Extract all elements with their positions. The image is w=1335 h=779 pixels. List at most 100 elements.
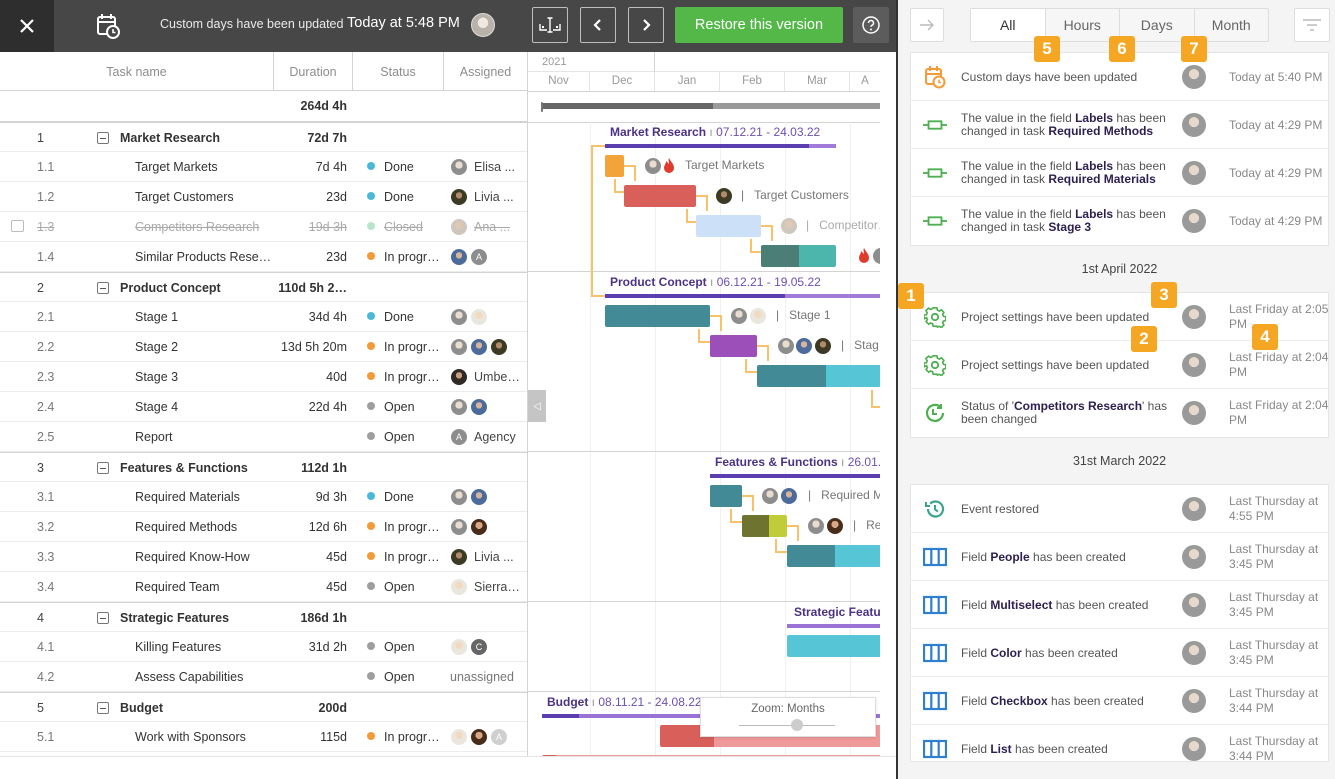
- task-name[interactable]: Required Materials: [135, 482, 270, 512]
- collapse-toggle[interactable]: [97, 612, 109, 624]
- task-bar-similar-products-progress[interactable]: [761, 245, 799, 267]
- task-name[interactable]: Killing Features: [135, 632, 270, 662]
- task-row[interactable]: 2.3 Stage 3 40d In progr… Umbe…: [0, 362, 527, 392]
- task-bar-stage-2[interactable]: [710, 335, 757, 357]
- history-entry[interactable]: Status of 'Competitors Research' has bee…: [911, 389, 1328, 437]
- task-assignees[interactable]: Ana ...: [450, 212, 510, 242]
- previous-version-button[interactable]: [580, 7, 616, 43]
- task-assignees[interactable]: A: [450, 722, 510, 752]
- zoom-slider-handle[interactable]: [790, 719, 803, 731]
- horizontal-scrollbar[interactable]: [0, 756, 896, 779]
- restore-version-button[interactable]: Restore this version: [675, 7, 843, 43]
- task-name[interactable]: Assess Capabilities: [135, 662, 270, 692]
- task-row[interactable]: 1.4 Similar Products Rese… 23d In progr… A: [0, 242, 527, 272]
- task-name[interactable]: Required Team: [135, 572, 270, 602]
- task-bar-similar-products[interactable]: [799, 245, 836, 267]
- task-name[interactable]: Report: [135, 422, 270, 452]
- collapse-toggle[interactable]: [97, 132, 109, 144]
- task-assignees[interactable]: Elisa ...: [450, 152, 515, 182]
- task-name[interactable]: Target Customers: [135, 182, 270, 212]
- history-entry[interactable]: The value in the field Labels has been c…: [911, 197, 1328, 245]
- task-name[interactable]: Stage 1: [135, 302, 270, 332]
- task-status[interactable]: In progr…: [367, 242, 440, 272]
- history-entry[interactable]: The value in the field Labels has been c…: [911, 149, 1328, 197]
- zoom-slider-track[interactable]: [739, 725, 835, 726]
- task-status[interactable]: Closed: [367, 212, 423, 242]
- task-bar-required-methods-progress[interactable]: [742, 515, 769, 537]
- task-bar-target-markets[interactable]: [605, 155, 624, 177]
- column-header-status[interactable]: Status: [353, 52, 444, 91]
- task-row[interactable]: 3.4 Required Team 45d Open Sierra…: [0, 572, 527, 602]
- task-status[interactable]: In progr…: [367, 362, 440, 392]
- task-row[interactable]: 1.2 Target Customers 23d Done Livia ...: [0, 182, 527, 212]
- task-status[interactable]: Done: [367, 152, 414, 182]
- task-name[interactable]: Stage 3: [135, 362, 270, 392]
- task-name[interactable]: Similar Products Rese…: [135, 242, 270, 272]
- task-status[interactable]: Open: [367, 662, 415, 692]
- history-entry[interactable]: Field People has been created Last Thursd…: [911, 533, 1328, 581]
- task-name[interactable]: Required Methods: [135, 512, 270, 542]
- history-entry[interactable]: Field List has been created Last Thursday…: [911, 725, 1328, 761]
- column-header-assigned[interactable]: Assigned: [444, 52, 527, 91]
- history-entry[interactable]: The value in the field Labels has been c…: [911, 101, 1328, 149]
- task-status[interactable]: Open: [367, 422, 415, 452]
- task-assignees[interactable]: Livia ...: [450, 542, 514, 572]
- task-assignees[interactable]: [450, 482, 490, 512]
- task-row[interactable]: 2.1 Stage 1 34d 4h Done: [0, 302, 527, 332]
- task-name[interactable]: Product Concept: [120, 273, 255, 303]
- next-version-button[interactable]: [628, 7, 664, 43]
- collapse-toggle[interactable]: [97, 462, 109, 474]
- task-bar-required-methods[interactable]: [769, 515, 787, 537]
- task-assignees[interactable]: Sierra…: [450, 572, 520, 602]
- task-bar-killing-features[interactable]: [787, 635, 880, 657]
- task-status[interactable]: Done: [367, 182, 414, 212]
- task-status[interactable]: Done: [367, 482, 414, 512]
- task-name[interactable]: Strategic Features: [120, 603, 255, 633]
- task-bar-stage-1[interactable]: [605, 305, 710, 327]
- history-entry[interactable]: Event restored Last Thursday at 4:55 PM: [911, 485, 1328, 533]
- task-row[interactable]: 2.4 Stage 4 22d 4h Open: [0, 392, 527, 422]
- fit-columns-button[interactable]: [532, 7, 568, 43]
- task-assignees[interactable]: A: [450, 242, 490, 272]
- task-name[interactable]: Features & Functions: [120, 453, 255, 483]
- task-name[interactable]: Target Markets: [135, 152, 270, 182]
- history-entry[interactable]: Field Color has been created Last Thursda…: [911, 629, 1328, 677]
- task-status[interactable]: Done: [367, 302, 414, 332]
- summary-bar-strategic-features[interactable]: [787, 624, 880, 628]
- task-row[interactable]: 3.1 Required Materials 9d 3h Done: [0, 482, 527, 512]
- history-entry[interactable]: Field Checkbox has been created Last Thur…: [911, 677, 1328, 725]
- task-name[interactable]: Market Research: [120, 123, 255, 153]
- filter-button[interactable]: [1294, 8, 1330, 42]
- comment-icon[interactable]: [11, 220, 24, 232]
- task-group-row[interactable]: 2 Product Concept 110d 5h 2…: [0, 272, 527, 302]
- task-group-row[interactable]: 4 Strategic Features 186d 1h: [0, 602, 527, 632]
- task-name[interactable]: Work with Sponsors: [135, 722, 270, 752]
- task-name[interactable]: Competitors Research: [135, 212, 270, 242]
- task-assignees[interactable]: [450, 302, 490, 332]
- task-group-row[interactable]: 1 Market Research 72d 7h: [0, 122, 527, 152]
- collapse-toggle[interactable]: [97, 702, 109, 714]
- task-bar-stage-3-progress[interactable]: [757, 365, 826, 387]
- task-assignees[interactable]: Umbe…: [450, 362, 520, 392]
- close-button[interactable]: [0, 0, 54, 52]
- task-status[interactable]: Open: [367, 392, 415, 422]
- task-bar-competitors-research[interactable]: [696, 215, 761, 237]
- task-name[interactable]: Stage 4: [135, 392, 270, 422]
- task-status[interactable]: In progr…: [367, 542, 440, 572]
- task-assignees[interactable]: [450, 392, 490, 422]
- help-button[interactable]: [853, 7, 889, 43]
- collapse-panel-button[interactable]: [910, 8, 944, 42]
- column-header-duration[interactable]: Duration: [274, 52, 353, 91]
- task-name[interactable]: Budget: [120, 693, 255, 723]
- summary-bar-features-functions[interactable]: [710, 474, 880, 478]
- task-status[interactable]: In progr…: [367, 512, 440, 542]
- task-assignees[interactable]: [450, 332, 510, 362]
- task-status[interactable]: In progr…: [367, 722, 440, 752]
- collapse-grid-handle[interactable]: ◁: [528, 390, 546, 422]
- task-row[interactable]: 4.2 Assess Capabilities Open unassigned: [0, 662, 527, 692]
- task-row[interactable]: 2.2 Stage 2 13d 5h 20m In progr…: [0, 332, 527, 362]
- task-assignees[interactable]: C: [450, 632, 490, 662]
- task-bar-required-know-how[interactable]: [835, 545, 880, 567]
- summary-bar-product-concept[interactable]: [605, 294, 785, 298]
- history-entry[interactable]: Field Multiselect has been created Last T…: [911, 581, 1328, 629]
